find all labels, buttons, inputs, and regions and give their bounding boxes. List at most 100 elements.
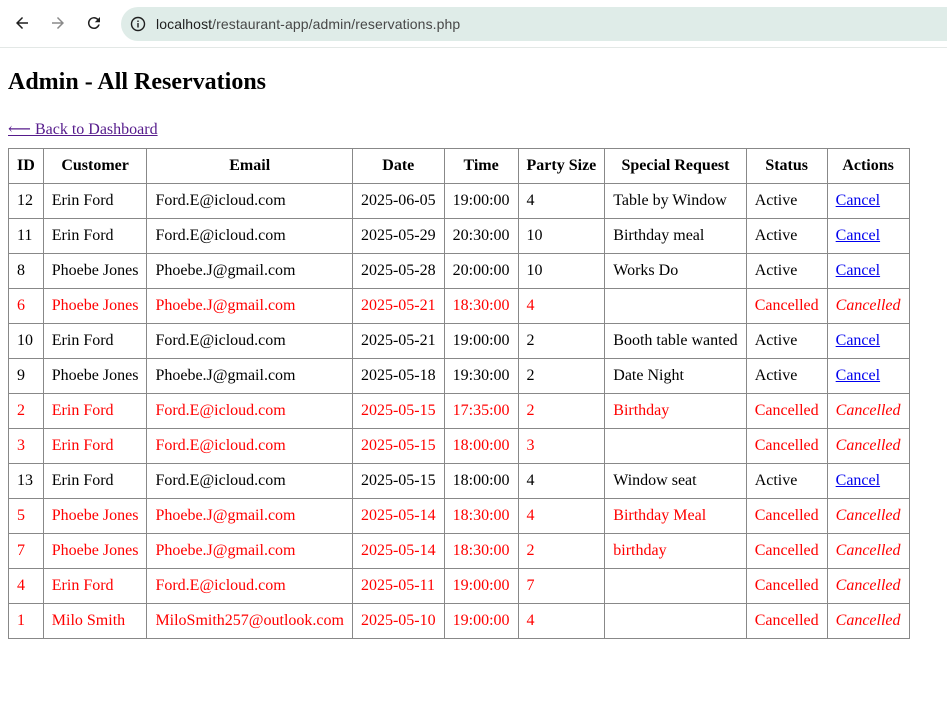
cell-date: 2025-05-15 bbox=[351, 393, 445, 429]
cell-request: Table by Window bbox=[604, 183, 747, 219]
table-row: 8 Phoebe Jones Phoebe.J@gmail.com 2025-05-2… bbox=[8, 253, 910, 289]
cancel-reservation-link[interactable]: Cancel bbox=[836, 472, 880, 489]
back-to-dashboard-link[interactable]: ⟵ Back to Dashboard bbox=[8, 119, 158, 139]
cell-request: Birthday bbox=[604, 393, 747, 429]
cell-customer: Phoebe Jones bbox=[42, 498, 148, 534]
cell-party: 2 bbox=[517, 393, 606, 429]
cancel-reservation-link[interactable]: Cancel bbox=[836, 367, 880, 384]
header-email: Email bbox=[146, 148, 353, 184]
cell-party: 2 bbox=[517, 323, 606, 359]
header-time: Time bbox=[443, 148, 519, 184]
cell-action-cancelled: Cancelled bbox=[826, 533, 910, 569]
cell-id: 10 bbox=[8, 323, 44, 359]
cell-party: 4 bbox=[517, 498, 606, 534]
cell-email: MiloSmith257@outlook.com bbox=[146, 603, 353, 639]
cancel-reservation-link[interactable]: Cancel bbox=[836, 332, 880, 349]
cell-email: Ford.E@icloud.com bbox=[146, 323, 353, 359]
url-text: localhost/restaurant-app/admin/reservati… bbox=[156, 16, 460, 32]
reload-icon[interactable] bbox=[83, 12, 105, 34]
cell-request: birthday bbox=[604, 533, 747, 569]
cell-date: 2025-05-14 bbox=[351, 533, 445, 569]
cell-request bbox=[604, 428, 747, 464]
cell-email: Phoebe.J@gmail.com bbox=[146, 253, 353, 289]
cell-action-cancelled: Cancelled bbox=[826, 603, 910, 639]
cell-party: 4 bbox=[517, 288, 606, 324]
cell-id: 11 bbox=[8, 218, 44, 254]
cell-email: Ford.E@icloud.com bbox=[146, 568, 353, 604]
cell-request: Window seat bbox=[604, 463, 747, 499]
cell-id: 8 bbox=[8, 253, 44, 289]
cell-action-cancelled: Cancelled bbox=[826, 498, 910, 534]
table-row: 5 Phoebe Jones Phoebe.J@gmail.com 2025-05-1… bbox=[8, 498, 910, 534]
table-row: 7 Phoebe Jones Phoebe.J@gmail.com 2025-05-1… bbox=[8, 533, 910, 569]
cell-customer: Erin Ford bbox=[42, 463, 148, 499]
cell-id: 12 bbox=[8, 183, 44, 219]
cell-time: 19:00:00 bbox=[443, 183, 519, 219]
table-row: 12 Erin Ford Ford.E@icloud.com 2025-06-05 19… bbox=[8, 183, 910, 219]
cell-date: 2025-05-28 bbox=[351, 253, 445, 289]
cell-request: Birthday Meal bbox=[604, 498, 747, 534]
cell-id: 6 bbox=[8, 288, 44, 324]
table-row: 10 Erin Ford Ford.E@icloud.com 2025-05-21 19… bbox=[8, 323, 910, 359]
cell-id: 4 bbox=[8, 568, 44, 604]
cell-time: 18:30:00 bbox=[443, 498, 519, 534]
cell-email: Phoebe.J@gmail.com bbox=[146, 358, 353, 394]
cell-date: 2025-05-21 bbox=[351, 288, 445, 324]
cell-party: 7 bbox=[517, 568, 606, 604]
cell-party: 2 bbox=[517, 358, 606, 394]
forward-arrow-icon[interactable] bbox=[47, 12, 69, 34]
cell-email: Ford.E@icloud.com bbox=[146, 428, 353, 464]
cell-time: 20:00:00 bbox=[443, 253, 519, 289]
address-bar[interactable]: localhost/restaurant-app/admin/reservati… bbox=[121, 7, 947, 41]
cell-action: Cancel bbox=[826, 463, 910, 499]
cell-party: 4 bbox=[517, 603, 606, 639]
cell-email: Ford.E@icloud.com bbox=[146, 218, 353, 254]
table-header-row: ID Customer Email Date Time Party Size S… bbox=[8, 148, 910, 184]
cell-time: 19:00:00 bbox=[443, 568, 519, 604]
cell-date: 2025-06-05 bbox=[351, 183, 445, 219]
cell-status: Cancelled bbox=[745, 533, 828, 569]
table-row: 1 Milo Smith MiloSmith257@outlook.com 2025-… bbox=[8, 603, 910, 639]
cancel-reservation-link[interactable]: Cancel bbox=[836, 192, 880, 209]
cancel-reservation-link[interactable]: Cancel bbox=[836, 227, 880, 244]
table-row: 11 Erin Ford Ford.E@icloud.com 2025-05-29 20… bbox=[8, 218, 910, 254]
cell-status: Cancelled bbox=[745, 288, 828, 324]
page-content: Admin - All Reservations ⟵ Back to Dashb… bbox=[0, 68, 947, 639]
cancel-reservation-link[interactable]: Cancel bbox=[836, 262, 880, 279]
cell-party: 10 bbox=[517, 253, 606, 289]
header-id: ID bbox=[8, 148, 44, 184]
cell-status: Cancelled bbox=[745, 498, 828, 534]
table-row: 2 Erin Ford Ford.E@icloud.com 2025-05-15 17:… bbox=[8, 393, 910, 429]
cell-id: 7 bbox=[8, 533, 44, 569]
table-row: 3 Erin Ford Ford.E@icloud.com 2025-05-15 18:… bbox=[8, 428, 910, 464]
reservations-table: ID Customer Email Date Time Party Size S… bbox=[8, 148, 910, 639]
cell-action: Cancel bbox=[826, 183, 910, 219]
header-date: Date bbox=[351, 148, 445, 184]
cell-action-cancelled: Cancelled bbox=[826, 288, 910, 324]
site-info-icon[interactable] bbox=[130, 16, 146, 32]
cell-action-cancelled: Cancelled bbox=[826, 568, 910, 604]
cell-email: Ford.E@icloud.com bbox=[146, 463, 353, 499]
cell-email: Phoebe.J@gmail.com bbox=[146, 288, 353, 324]
cell-date: 2025-05-14 bbox=[351, 498, 445, 534]
cell-date: 2025-05-18 bbox=[351, 358, 445, 394]
back-arrow-icon[interactable] bbox=[11, 12, 33, 34]
cell-request: Birthday meal bbox=[604, 218, 747, 254]
cell-action-cancelled: Cancelled bbox=[826, 428, 910, 464]
cell-action: Cancel bbox=[826, 218, 910, 254]
table-row: 13 Erin Ford Ford.E@icloud.com 2025-05-15 18… bbox=[8, 463, 910, 499]
browser-toolbar: localhost/restaurant-app/admin/reservati… bbox=[0, 0, 947, 48]
cell-request bbox=[604, 568, 747, 604]
url-host: localhost bbox=[156, 16, 213, 32]
cell-time: 19:00:00 bbox=[443, 323, 519, 359]
cell-customer: Erin Ford bbox=[42, 568, 148, 604]
cell-request bbox=[604, 288, 747, 324]
cell-id: 13 bbox=[8, 463, 44, 499]
cell-request: Booth table wanted bbox=[604, 323, 747, 359]
cell-status: Active bbox=[745, 463, 828, 499]
cell-email: Phoebe.J@gmail.com bbox=[146, 533, 353, 569]
cell-time: 18:30:00 bbox=[443, 533, 519, 569]
cell-time: 19:00:00 bbox=[443, 603, 519, 639]
table-row: 6 Phoebe Jones Phoebe.J@gmail.com 2025-05-2… bbox=[8, 288, 910, 324]
cell-date: 2025-05-29 bbox=[351, 218, 445, 254]
